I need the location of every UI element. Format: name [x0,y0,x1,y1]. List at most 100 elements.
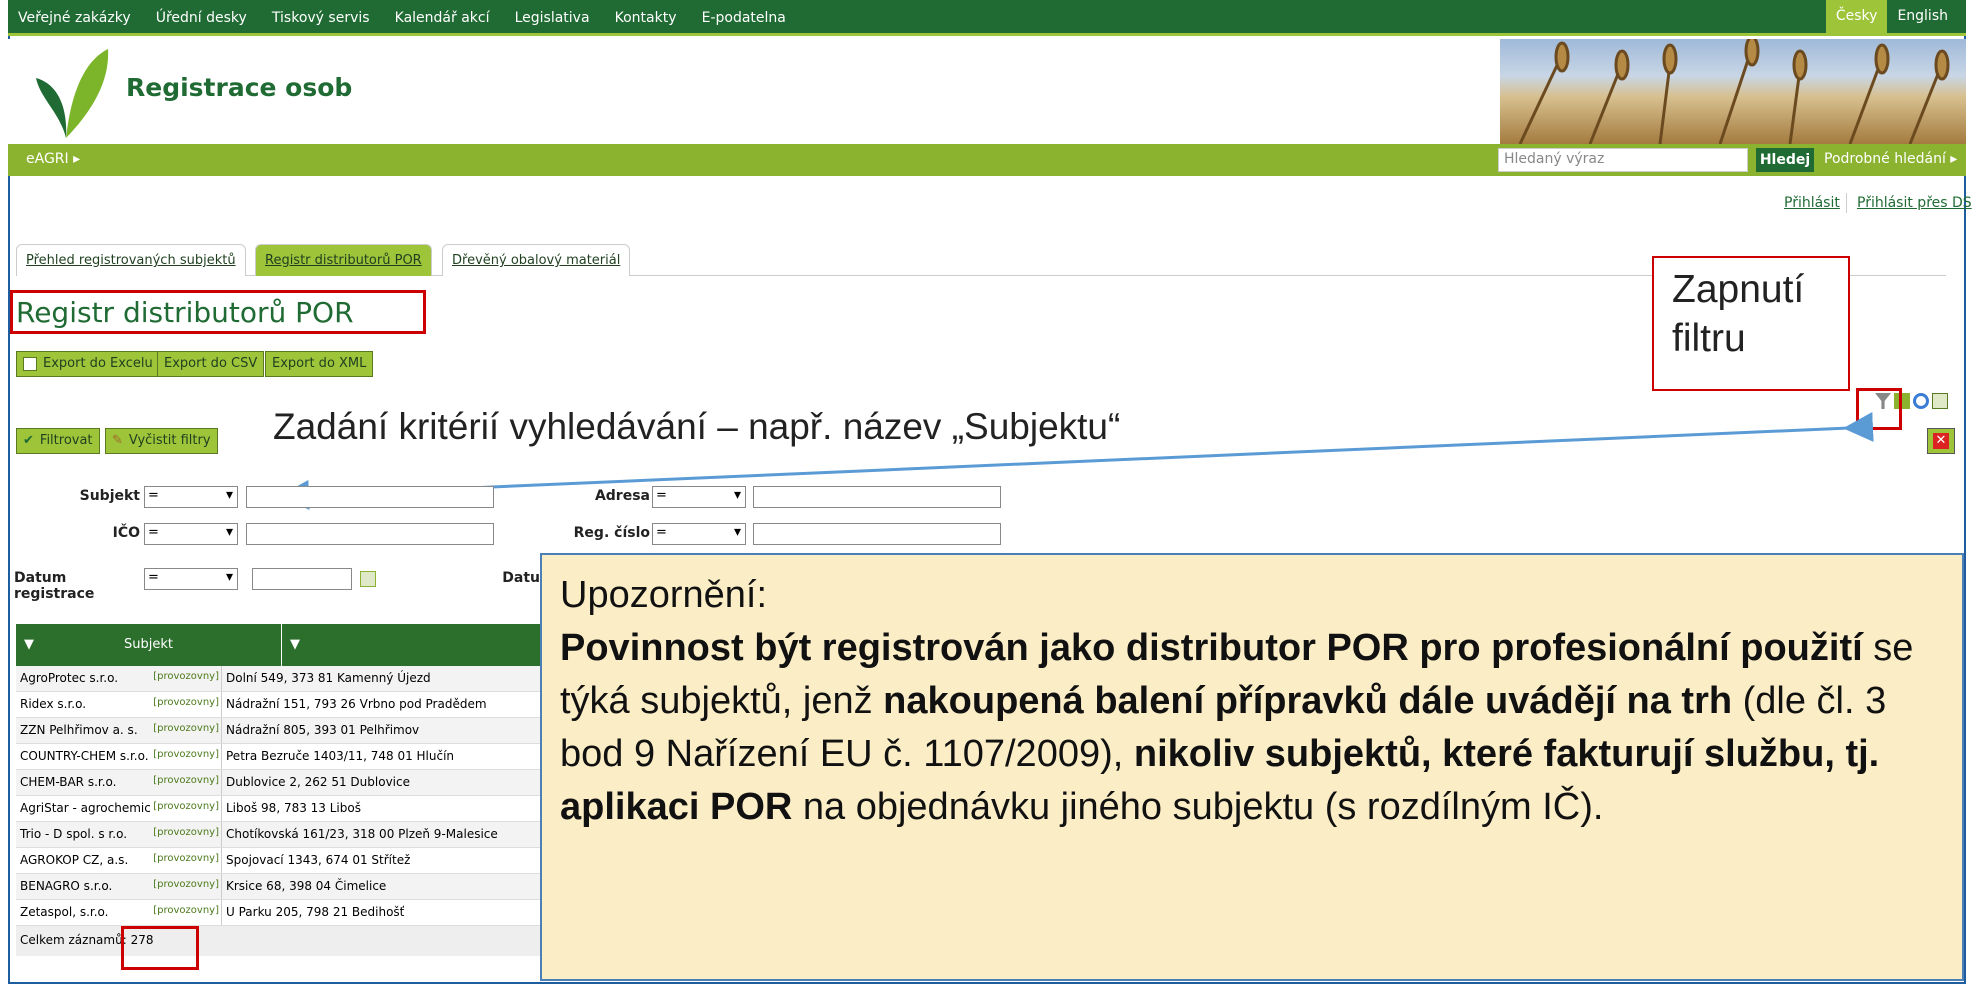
provozovny-link[interactable]: [provozovny] [150,692,222,717]
provozovny-link[interactable]: [provozovny] [150,744,222,769]
export-xml-label: Export do XML [272,356,367,371]
export-csv-button[interactable]: Export do CSV [157,351,265,377]
export-excel-button[interactable]: Export do Excelu [16,351,160,377]
nav-tiskovy-servis[interactable]: Tiskový servis [272,0,370,36]
table-footer: Celkem záznamů: 278 [16,926,546,956]
datum-input[interactable] [252,568,352,590]
copy-icon[interactable] [1932,393,1948,409]
broom-icon: ✎ [112,433,123,448]
clear-filters-button[interactable]: ✎ Vyčistit filtry [105,428,218,454]
provozovny-link[interactable]: [provozovny] [150,770,222,795]
col-subjekt-header[interactable]: ▼ Subjekt [16,624,282,666]
subjekt-input[interactable] [246,486,494,508]
tab-registr-distributoru[interactable]: Registr distributorů POR [255,244,432,276]
site-title: Registrace osob [126,73,353,102]
ico-filter-label: IČO [112,525,140,541]
adresa-operator-select[interactable]: = [652,486,746,508]
leaf-logo-icon[interactable] [30,43,110,147]
row-adresa: Petra Bezruče 1403/11, 748 01 Hlučín [226,749,455,763]
subjekt-operator-select[interactable]: = [144,486,238,508]
export-excel-label: Export do Excelu [43,356,153,371]
provozovny-link[interactable]: [provozovny] [150,718,222,743]
col-adresa-header[interactable]: ▼ [282,624,546,666]
row-adresa: Nádražní 805, 393 01 Pelhřimov [226,723,420,737]
lang-czech[interactable]: Česky [1825,0,1888,33]
adresa-filter-label: Adresa [594,488,650,504]
provozovny-link[interactable]: [provozovny] [150,796,222,821]
notice-heading: Upozornění: [560,574,768,616]
top-navigation: Veřejné zakázky Úřední desky Tiskový ser… [8,0,1966,36]
eagri-link[interactable]: eAGRI ▸ [26,151,80,167]
table-row[interactable]: Trio - D spol. s r.o. [provozovny] Chotíko… [16,822,546,848]
nav-e-podatelna[interactable]: E-podatelna [702,0,786,36]
regcislo-operator-select[interactable]: = [652,523,746,545]
login-divider [1846,193,1847,213]
refresh-icon[interactable] [1913,393,1929,409]
export-xml-button[interactable]: Export do XML [265,351,374,377]
login-ds-link[interactable]: Přihlásit přes DS [1857,195,1972,211]
advanced-search-link[interactable]: Podrobné hledání ▸ [1824,151,1957,167]
table-row[interactable]: Zetaspol, s.r.o. [provozovny] U Parku 205,… [16,900,546,926]
ico-input[interactable] [246,523,494,545]
column-filter-icon[interactable]: ▼ [290,637,300,652]
datum-operator-select[interactable]: = [144,568,238,590]
notice-part-6: na objednávku jiného subjektu (s rozdíln… [792,786,1604,828]
row-adresa: Krsice 68, 398 04 Čimelice [226,879,387,893]
table-row[interactable]: ZZN Pelhřimov a. s. [provozovny] Nádražní … [16,718,546,744]
row-subjekt: Trio - D spol. s r.o. [20,827,128,841]
table-row[interactable]: Ridex s.r.o. [provozovny] Nádražní 151, 79… [16,692,546,718]
provozovny-link[interactable]: [provozovny] [150,874,222,899]
nav-verejne-zakazky[interactable]: Veřejné zakázky [18,0,131,36]
row-subjekt: Ridex s.r.o. [20,697,87,711]
search-bar: eAGRI ▸ Hledaný výraz Hledej Podrobné hl… [8,144,1966,176]
search-input[interactable]: Hledaný výraz [1498,148,1748,172]
filter-on-annotation: Zapnutí filtru [1652,256,1850,391]
export-csv-label: Export do CSV [164,356,258,371]
nav-kalendar-akci[interactable]: Kalendář akcí [395,0,490,36]
row-adresa: Chotíkovská 161/23, 318 00 Plzeň 9-Males… [226,827,498,841]
row-subjekt: ZZN Pelhřimov a. s. [20,723,138,737]
nav-kontakty[interactable]: Kontakty [615,0,677,36]
row-subjekt: AGROKOP CZ, a.s. [20,853,129,867]
row-adresa: Dublovice 2, 262 51 Dublovice [226,775,410,789]
search-button[interactable]: Hledej [1756,148,1814,172]
regcislo-filter-label: Reg. číslo [573,525,650,541]
total-highlight-box [121,926,199,970]
row-subjekt: AgriStar - agrochemicals s.r.o. [20,801,150,815]
calendar-icon[interactable] [360,571,376,587]
results-table: ▼ Subjekt ▼ AgroProtec s.r.o. [provozovny]… [16,624,546,956]
column-filter-icon[interactable]: ▼ [24,624,34,666]
row-subjekt: AgroProtec s.r.o. [20,671,119,685]
row-adresa: U Parku 205, 798 21 Bedihošť [226,905,405,919]
provozovny-link[interactable]: [provozovny] [150,822,222,847]
row-adresa: Spojovací 1343, 674 01 Střítež [226,853,411,867]
nav-uredni-desky[interactable]: Úřední desky [156,0,247,36]
lang-english[interactable]: English [1887,0,1958,33]
provozovny-link[interactable]: [provozovny] [150,666,222,691]
adresa-input[interactable] [753,486,1001,508]
login-link[interactable]: Přihlásit [1784,195,1840,211]
filter-button[interactable]: ✔ Filtrovat [16,428,100,454]
provozovny-link[interactable]: [provozovny] [150,848,222,873]
table-row[interactable]: AGROKOP CZ, a.s. [provozovny] Spojovací 13… [16,848,546,874]
table-row[interactable]: CHEM-BAR s.r.o. [provozovny] Dublovice 2, … [16,770,546,796]
close-filter-button[interactable]: ✕ [1927,428,1955,454]
criteria-annotation: Zadání kritérií vyhledávání – např. náze… [273,406,1121,447]
table-body: AgroProtec s.r.o. [provozovny] Dolní 549, … [16,666,546,926]
regcislo-input[interactable] [753,523,1001,545]
notice-body: Povinnost být registrován jako distribut… [560,622,1944,834]
table-row[interactable]: BENAGRO s.r.o. [provozovny] Krsice 68, 398… [16,874,546,900]
nav-legislativa[interactable]: Legislativa [515,0,590,36]
filter-on-text: Zapnutí filtru [1672,268,1805,360]
row-subjekt: Zetaspol, s.r.o. [20,905,109,919]
ico-operator-select[interactable]: = [144,523,238,545]
filter-icon-highlight-box [1856,388,1902,430]
tab-dreveny-obalovy[interactable]: Dřevěný obalový materiál [442,244,631,276]
table-row[interactable]: AgriStar - agrochemicals s.r.o.[provozov… [16,796,546,822]
title-highlight-box [10,290,426,334]
table-row[interactable]: AgroProtec s.r.o. [provozovny] Dolní 549, … [16,666,546,692]
tab-prehled[interactable]: Přehled registrovaných subjektů [16,244,246,276]
provozovny-link[interactable]: [provozovny] [150,900,222,925]
table-row[interactable]: COUNTRY-CHEM s.r.o. [provozovny] Petra Bez… [16,744,546,770]
close-icon: ✕ [1933,433,1949,449]
